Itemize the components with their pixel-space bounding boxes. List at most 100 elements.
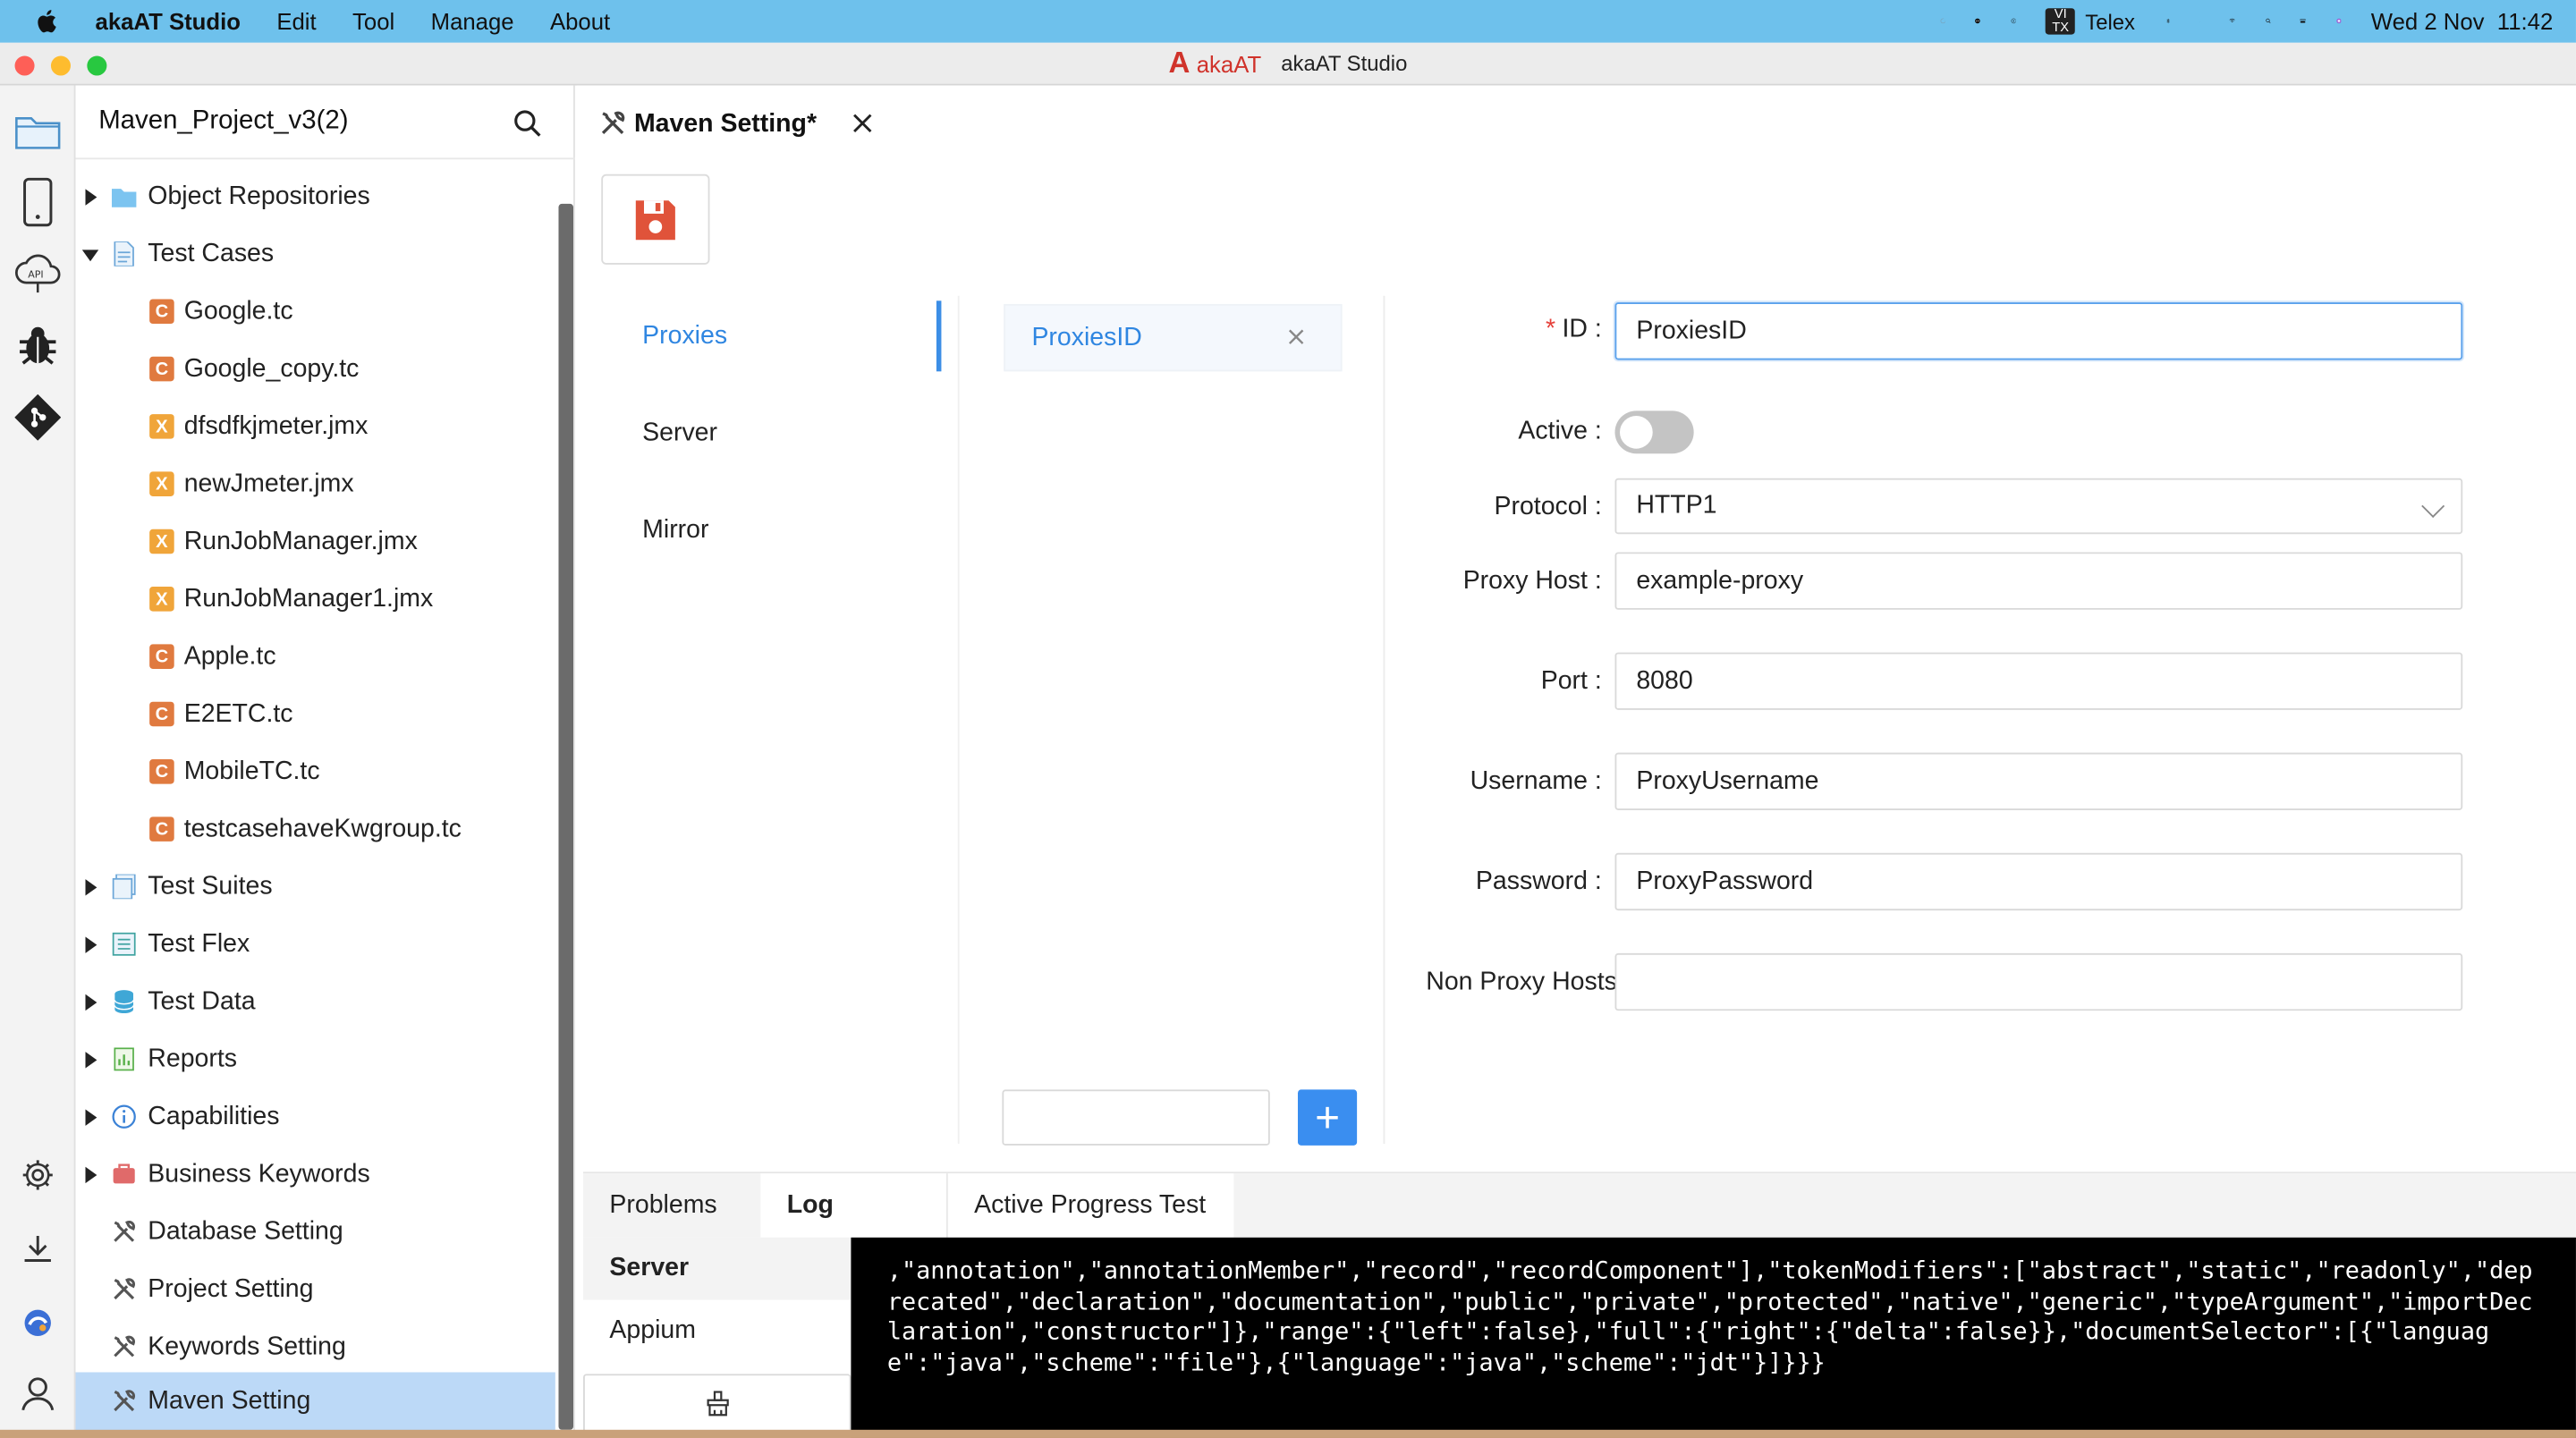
expand-caret-icon[interactable] [85, 936, 97, 953]
tab-log[interactable]: Log [760, 1173, 946, 1239]
tree-item-keywords-setting[interactable]: Keywords Setting [75, 1320, 555, 1375]
user-icon [21, 1377, 55, 1411]
expand-caret-icon[interactable] [85, 189, 97, 206]
menu-tool[interactable]: Tool [352, 8, 394, 34]
bluetooth-icon[interactable] [2165, 19, 2170, 24]
save-button[interactable] [601, 173, 710, 265]
rail-explorer-button[interactable] [12, 106, 64, 158]
rail-sync-button[interactable] [12, 1297, 64, 1349]
port-input[interactable]: 8080 [1614, 652, 2463, 710]
explorer-scrollbar[interactable] [558, 203, 574, 1430]
telex-icon: VI TX [2046, 7, 2076, 35]
tree-item-dfsdfkjmeter-jmx[interactable]: X dfsdfkjmeter.jmx [75, 400, 555, 455]
tree-item-label: RunJobManager.jmx [183, 527, 418, 556]
protocol-select[interactable]: HTTP1 [1614, 478, 2463, 535]
id-input[interactable]: ProxiesID [1614, 302, 2463, 360]
tree-item-runjobmanager1-jmx[interactable]: X RunJobManager1.jmx [75, 572, 555, 628]
log-console[interactable]: ,"annotation","annotationMember","record… [851, 1237, 2576, 1438]
tree-item-e2etc-tc[interactable]: C E2ETC.tc [75, 687, 555, 742]
tree-item-test-suites[interactable]: Test Suites [75, 859, 555, 915]
menubar-datetime[interactable]: Wed 2 Nov 11:42 [2371, 8, 2553, 34]
menu-manage[interactable]: Manage [431, 8, 514, 34]
expand-caret-icon[interactable] [85, 1166, 97, 1184]
project-name[interactable]: Maven_Project_v3(2) [98, 106, 348, 136]
control-center-icon[interactable] [2301, 19, 2307, 24]
plus-icon: + [1315, 1093, 1341, 1143]
required-mark: * [1546, 315, 1556, 344]
proxy-list-item[interactable]: ProxiesID [1004, 303, 1343, 372]
tree-item-project-setting[interactable]: Project Setting [75, 1262, 555, 1317]
rail-debug-button[interactable] [12, 319, 64, 372]
rail-api-button[interactable]: API [12, 247, 64, 300]
spotlight-search-icon[interactable] [2265, 19, 2271, 24]
tree-item-apple-tc[interactable]: C Apple.tc [75, 630, 555, 685]
menubar-app-name[interactable]: akaAT Studio [96, 8, 241, 34]
log-source-appium[interactable]: Appium [583, 1299, 852, 1363]
tree-item-label: testcasehaveKwgroup.tc [183, 815, 462, 843]
rail-account-button[interactable] [12, 1367, 64, 1420]
window-zoom-button[interactable] [87, 55, 107, 76]
new-proxy-input[interactable] [1002, 1089, 1270, 1146]
expand-caret-icon[interactable] [85, 1052, 97, 1069]
remove-proxy-icon[interactable] [1284, 326, 1308, 349]
tree-item-business-keywords[interactable]: Business Keywords [75, 1147, 555, 1203]
expand-caret-icon[interactable] [85, 1109, 97, 1126]
akaat-logo: A akaAT [1169, 46, 1262, 80]
rail-download-button[interactable] [12, 1222, 64, 1275]
log-source-list: Server Appium [583, 1237, 852, 1438]
log-source-server[interactable]: Server [583, 1237, 852, 1300]
tab-problems[interactable]: Problems [583, 1173, 761, 1239]
tree-item-runjobmanager-jmx[interactable]: X RunJobManager.jmx [75, 514, 555, 570]
tree-item-newjmeter-jmx[interactable]: X newJmeter.jmx [75, 457, 555, 512]
non-proxy-hosts-input[interactable] [1614, 952, 2463, 1011]
rail-git-button[interactable] [12, 391, 64, 444]
nav-mirror[interactable]: Mirror [642, 516, 708, 546]
collapse-caret-icon[interactable] [81, 250, 99, 262]
nav-proxies[interactable]: Proxies [642, 322, 727, 351]
tree-item-google-copy-tc[interactable]: C Google_copy.tc [75, 342, 555, 397]
siri-icon[interactable] [2335, 19, 2342, 24]
cloud-api-icon: API [15, 254, 61, 293]
tree-item-object-repositories[interactable]: Object Repositories [75, 169, 555, 224]
active-toggle[interactable] [1614, 410, 1694, 454]
window-close-button[interactable] [14, 55, 35, 76]
password-input[interactable]: ProxyPassword [1614, 852, 2463, 911]
tab-active-progress-test[interactable]: Active Progress Test [945, 1173, 1233, 1239]
tree-item-maven-setting[interactable]: Maven Setting [75, 1372, 555, 1432]
moon-icon[interactable] [1940, 19, 1945, 24]
menu-edit[interactable]: Edit [276, 8, 316, 34]
testcase-file-icon: C [149, 759, 174, 784]
shazam-icon[interactable] [1975, 19, 1981, 24]
search-icon[interactable] [513, 108, 542, 138]
rail-mobile-button[interactable] [12, 176, 64, 229]
testcase-file-icon: C [149, 816, 174, 842]
tree-item-test-flex[interactable]: Test Flex [75, 917, 555, 972]
tree-item-test-cases[interactable]: Test Cases [75, 227, 555, 283]
nav-server[interactable]: Server [642, 419, 717, 449]
password-label: Password : [1475, 867, 1602, 896]
rail-settings-button[interactable] [12, 1149, 64, 1202]
tree-item-google-tc[interactable]: C Google.tc [75, 284, 555, 340]
tree-item-capabilities[interactable]: Capabilities [75, 1089, 555, 1145]
tree-item-testcasehavekwgroup-tc[interactable]: C testcasehaveKwgroup.tc [75, 802, 555, 858]
download-icon [24, 1235, 51, 1262]
add-proxy-button[interactable]: + [1297, 1089, 1358, 1146]
menu-about[interactable]: About [550, 8, 610, 34]
tree-item-mobiletc-tc[interactable]: C MobileTC.tc [75, 744, 555, 799]
username-input[interactable]: ProxyUsername [1614, 752, 2463, 810]
tab-maven-setting[interactable]: Maven Setting* [589, 92, 876, 158]
expand-caret-icon[interactable] [85, 994, 97, 1011]
apple-logo-icon[interactable] [33, 6, 63, 36]
telex-status[interactable]: VI TX Telex [2046, 7, 2135, 35]
play-icon[interactable] [2011, 19, 2016, 24]
tree-item-database-setting[interactable]: Database Setting [75, 1205, 555, 1260]
tree-item-label: Reports [148, 1045, 238, 1074]
proxy-host-input[interactable]: example-proxy [1614, 552, 2463, 610]
tree-item-test-data[interactable]: Test Data [75, 975, 555, 1030]
window-minimize-button[interactable] [50, 55, 71, 76]
wifi-icon[interactable] [2230, 19, 2236, 24]
expand-caret-icon[interactable] [85, 879, 97, 896]
tree-item-reports[interactable]: Reports [75, 1032, 555, 1087]
close-icon[interactable] [850, 110, 876, 136]
log-clear-button[interactable] [583, 1374, 852, 1434]
